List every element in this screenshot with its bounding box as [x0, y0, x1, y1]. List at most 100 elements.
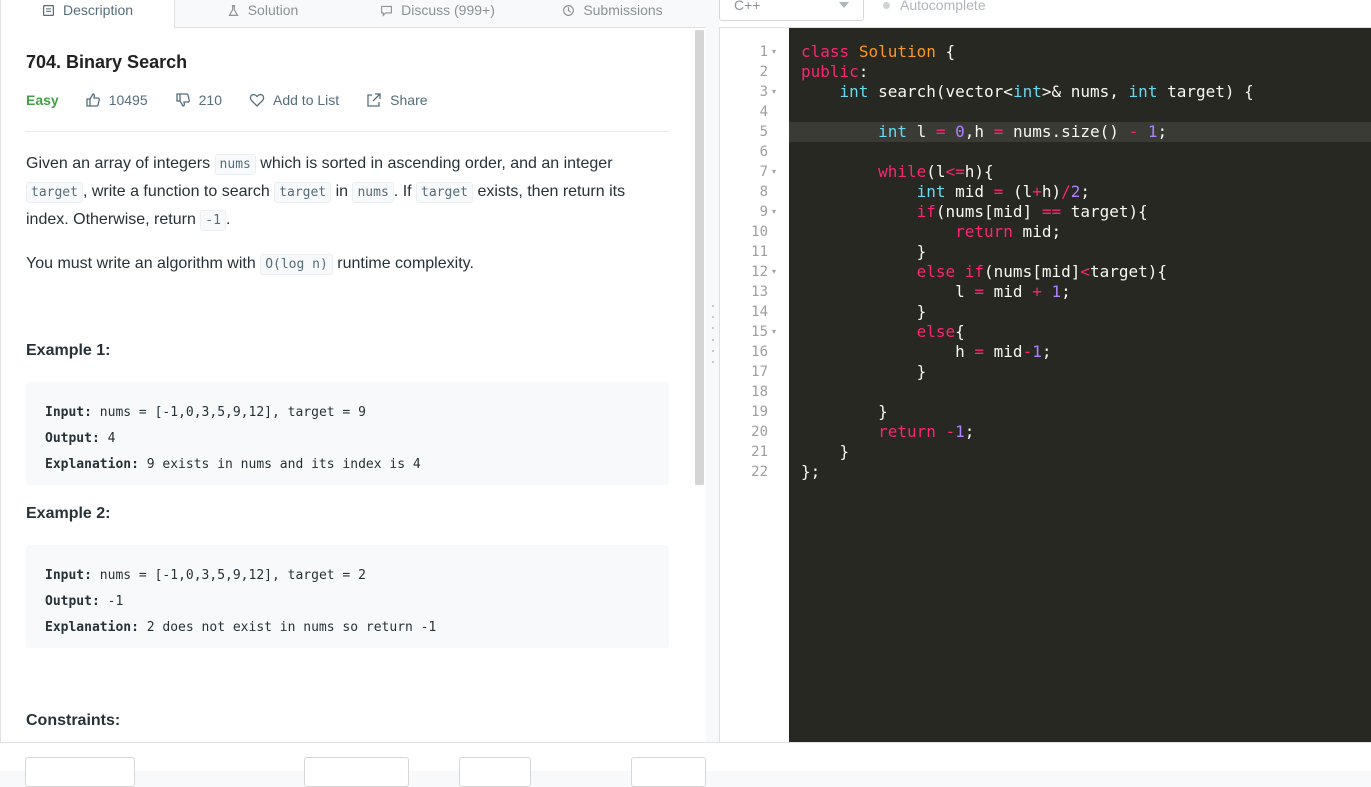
- line-number: 6: [759, 144, 768, 160]
- divider: [26, 131, 669, 132]
- share-button[interactable]: Share: [366, 92, 428, 108]
- tab-submissions[interactable]: Submissions: [525, 0, 700, 28]
- inline-code: target: [274, 182, 332, 203]
- example-input: nums = [-1,0,3,5,9,12], target = 2: [99, 568, 366, 583]
- text-run: , write a function to search: [82, 183, 275, 200]
- language-value: C++: [734, 0, 761, 13]
- bottom-button[interactable]: [459, 757, 531, 787]
- code-token: target) {: [1157, 82, 1254, 101]
- add-to-list-button[interactable]: Add to List: [249, 92, 339, 108]
- code-token: +: [1032, 182, 1042, 201]
- example-input: nums = [-1,0,3,5,9,12], target = 9: [99, 405, 366, 420]
- like-button[interactable]: 10495: [85, 92, 148, 108]
- code-token: 2: [1070, 182, 1081, 201]
- heart-icon: [249, 93, 265, 107]
- text-run: .: [225, 211, 231, 228]
- fold-arrow-icon[interactable]: ▾: [772, 202, 776, 222]
- code-token: h: [801, 342, 975, 361]
- inline-code: nums: [352, 182, 394, 203]
- code-token: ==: [1041, 202, 1062, 221]
- tab-solution[interactable]: Solution: [175, 0, 350, 28]
- code-token: l: [906, 122, 936, 141]
- fold-arrow-icon[interactable]: ▾: [772, 262, 776, 282]
- problem-tabs: Description Solution Discuss (999+) Subm…: [0, 0, 706, 28]
- code-token: =: [974, 342, 985, 361]
- chat-icon: [381, 5, 393, 17]
- description-scrollbar[interactable]: [695, 30, 704, 485]
- line-number: 7: [759, 164, 768, 180]
- code-token: <: [1080, 262, 1090, 281]
- code-line: }: [801, 402, 888, 422]
- tab-label: Description: [62, 2, 134, 18]
- fold-arrow-icon[interactable]: ▾: [772, 162, 776, 182]
- text-run: runtime complexity.: [332, 255, 474, 272]
- example-2-block: Input: nums = [-1,0,3,5,9,12], target = …: [26, 545, 669, 648]
- line-number: 11: [751, 244, 768, 260]
- like-count: 10495: [108, 92, 148, 108]
- line-number: 15: [751, 324, 768, 340]
- input-label: Input:: [45, 568, 92, 583]
- code-token: if: [964, 262, 985, 281]
- code-token: return: [878, 422, 936, 441]
- code-token: Solution: [858, 42, 936, 61]
- bottom-button[interactable]: [631, 757, 706, 787]
- text-run: in: [331, 183, 353, 200]
- fold-arrow-icon[interactable]: ▾: [772, 42, 776, 62]
- code-line: l = mid + 1;: [801, 282, 1071, 302]
- example-2-heading: Example 2:: [26, 505, 111, 522]
- line-number: 18: [751, 384, 768, 400]
- code-token: target){: [1090, 262, 1168, 281]
- code-token: mid: [984, 282, 1033, 301]
- code-token: int: [1128, 82, 1158, 101]
- tab-discuss[interactable]: Discuss (999+): [350, 0, 525, 28]
- line-number: 8: [759, 184, 768, 200]
- code-token: h){: [964, 162, 994, 181]
- code-token: public: [801, 62, 859, 81]
- line-number: 3: [759, 84, 768, 100]
- dislike-button[interactable]: 210: [175, 92, 222, 108]
- tab-label: Submissions: [583, 2, 663, 18]
- fold-arrow-icon[interactable]: ▾: [772, 82, 776, 102]
- code-token: ;: [1061, 282, 1071, 301]
- code-line: }: [801, 362, 927, 382]
- dislike-count: 210: [198, 92, 222, 108]
- code-token: return: [955, 222, 1013, 241]
- difficulty-badge: Easy: [26, 92, 59, 108]
- code-token: =: [993, 182, 1004, 201]
- autocomplete-toggle[interactable]: Autocomplete: [883, 0, 986, 13]
- explanation-label: Explanation:: [45, 620, 139, 635]
- code-token: ;: [1041, 342, 1052, 361]
- text-run: Given an array of integers: [26, 155, 215, 172]
- code-token: {: [955, 322, 965, 341]
- code-token: int: [916, 182, 946, 201]
- clock-icon: [563, 4, 575, 16]
- code-editor[interactable]: class Solution {public: int search(vecto…: [789, 28, 1371, 742]
- text-run: which is sorted in ascending order, and …: [255, 155, 613, 172]
- code-line: public:: [801, 62, 868, 82]
- line-number: 4: [759, 104, 768, 120]
- bottom-button[interactable]: [304, 757, 409, 787]
- fold-arrow-icon[interactable]: ▾: [772, 322, 776, 342]
- language-select[interactable]: C++: [719, 0, 864, 21]
- code-token: h): [1041, 182, 1062, 201]
- code-token: >& nums,: [1041, 82, 1129, 101]
- code-line: else if(nums[mid]<target){: [801, 262, 1167, 282]
- bottom-button[interactable]: [25, 757, 135, 787]
- code-line: class Solution {: [801, 42, 955, 62]
- line-number: 5: [759, 124, 768, 140]
- code-line: }: [801, 302, 927, 322]
- inline-code: target: [416, 182, 473, 203]
- tab-label: Discuss (999+): [401, 2, 495, 18]
- tab-description[interactable]: Description: [0, 0, 175, 28]
- inline-code: O(log n): [260, 254, 333, 275]
- code-token: 0: [955, 122, 965, 141]
- line-number: 21: [751, 444, 768, 460]
- panel-resize-handle[interactable]: [711, 305, 715, 363]
- example-explanation: 2 does not exist in nums so return -1: [146, 620, 437, 635]
- line-number: 19: [751, 404, 768, 420]
